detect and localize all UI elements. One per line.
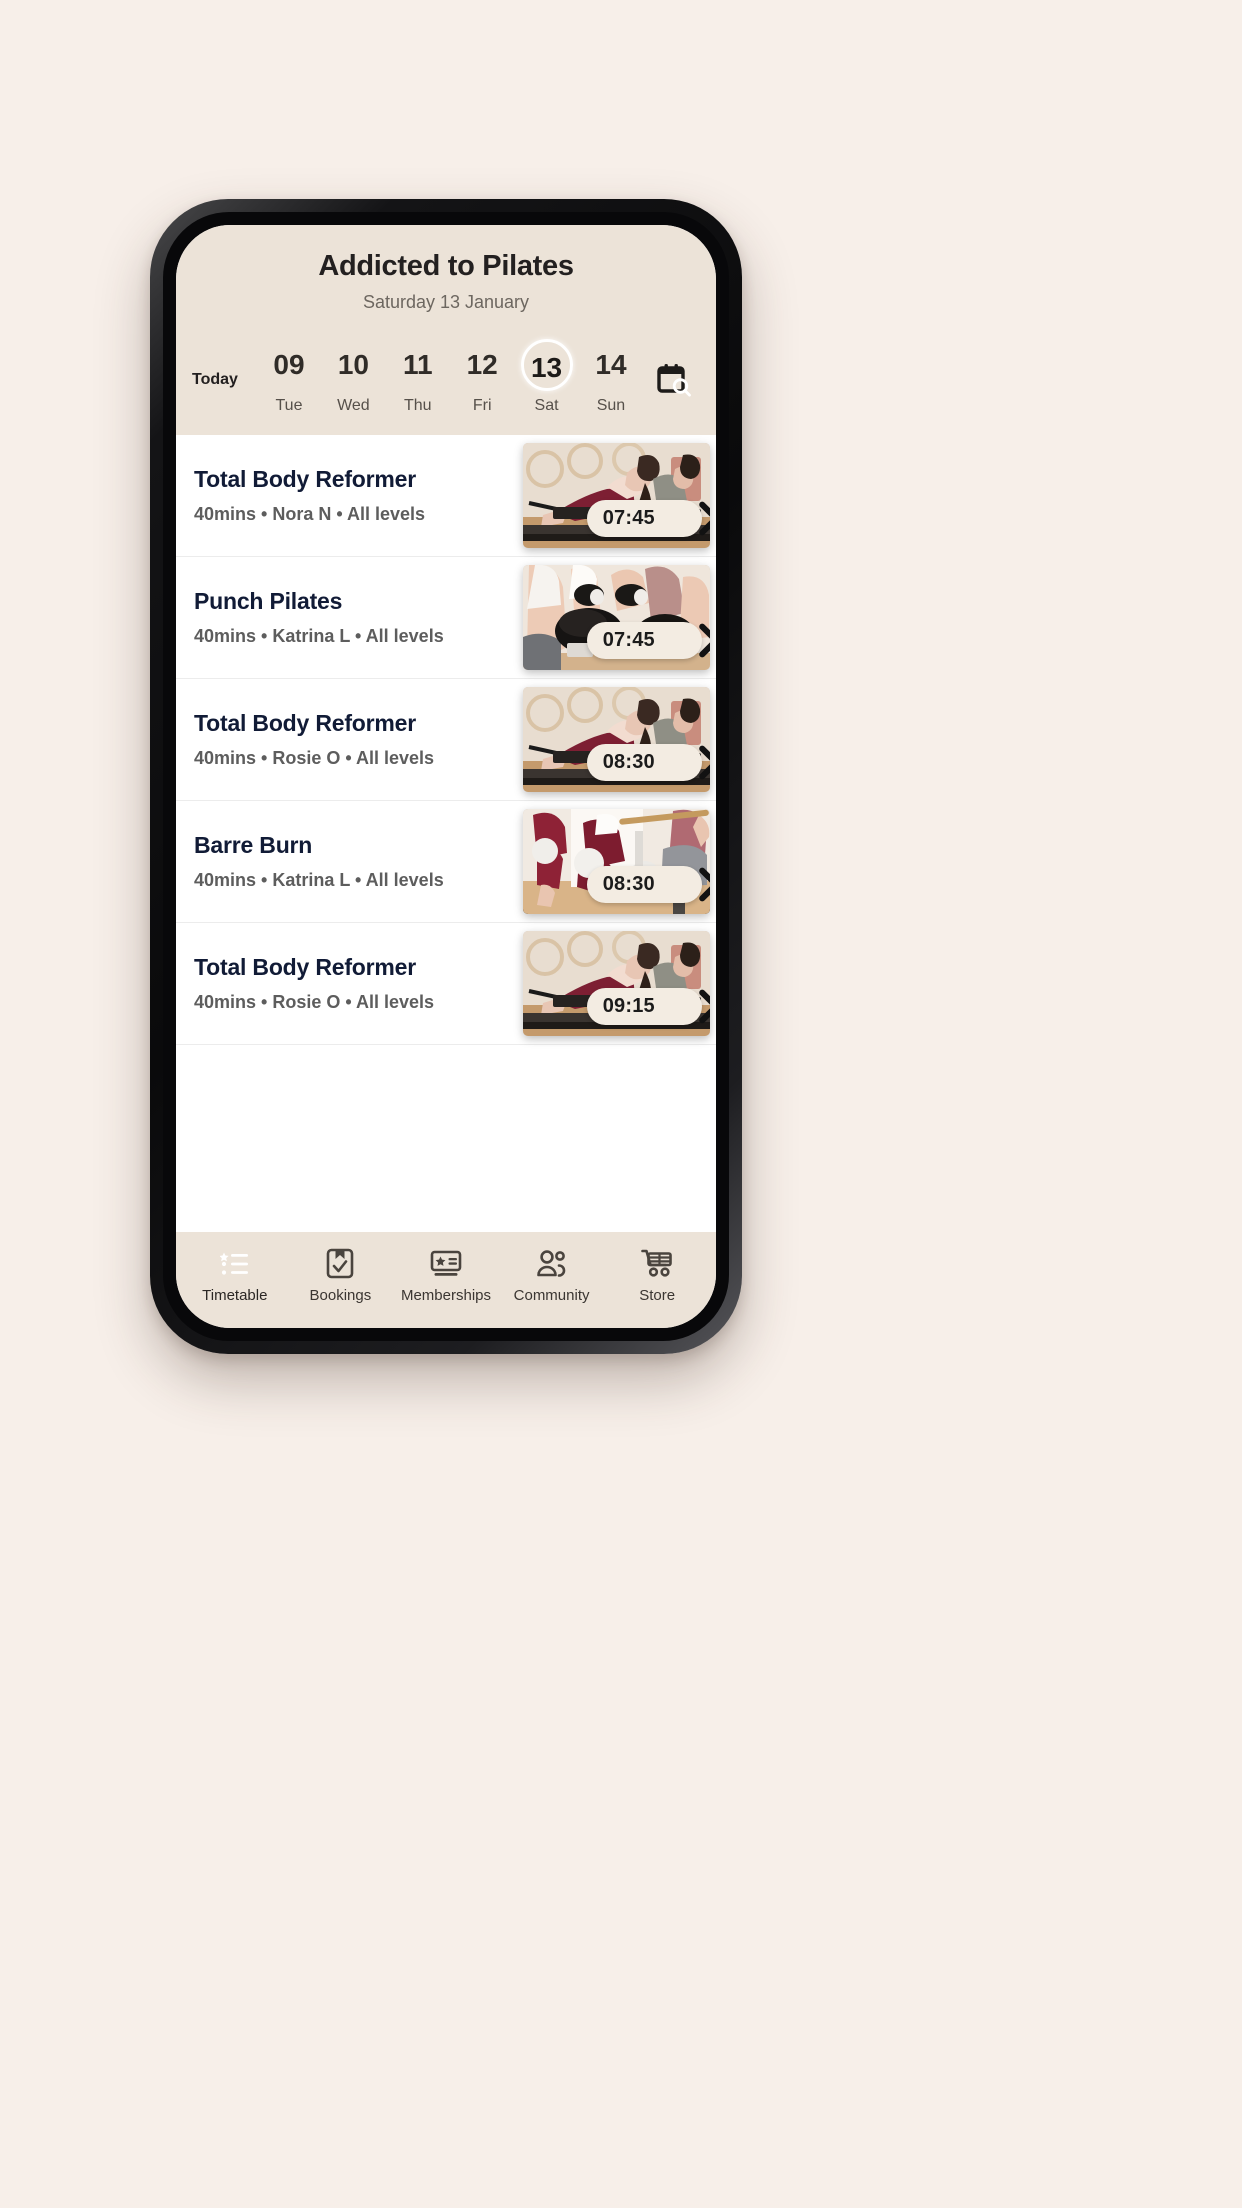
- class-meta: 40mins • Katrina L • All levels: [194, 625, 444, 646]
- class-row[interactable]: Total Body Reformer 40mins • Nora N • Al…: [176, 435, 716, 557]
- day-weekday: Wed: [337, 396, 370, 414]
- class-row[interactable]: Barre Burn 40mins • Katrina L • All leve…: [176, 801, 716, 923]
- class-title: Punch Pilates: [194, 587, 343, 614]
- class-info: Punch Pilates 40mins • Katrina L • All l…: [176, 588, 523, 647]
- nav-label: Timetable: [202, 1287, 268, 1304]
- day-number: 13: [520, 338, 573, 391]
- chevron-right-icon: [699, 867, 710, 902]
- bottom-navigation-bar: Timetable Bookings Memberships Community…: [176, 1232, 716, 1328]
- class-thumbnail[interactable]: 07:45: [523, 442, 710, 548]
- day-item-11[interactable]: 11 Thu: [387, 339, 449, 415]
- list-star-icon: [219, 1248, 250, 1279]
- class-title: Total Body Reformer: [194, 465, 416, 492]
- calendar-search-button[interactable]: [646, 339, 702, 399]
- day-item-09[interactable]: 09 Tue: [258, 339, 320, 415]
- class-meta: 40mins • Rosie O • All levels: [194, 747, 435, 768]
- class-time: 07:45: [602, 506, 655, 529]
- class-meta: 40mins • Katrina L • All levels: [194, 869, 444, 890]
- day-number: 14: [595, 348, 627, 380]
- phone-screen: Addicted to Pilates Saturday 13 January …: [176, 225, 716, 1328]
- people-icon: [536, 1248, 568, 1279]
- date-selector-strip: Today 09 Tue 10 Wed 11 Thu 12 Fri 13 Sat…: [176, 313, 716, 435]
- class-title: Barre Burn: [194, 831, 313, 858]
- day-number: 09: [273, 348, 305, 380]
- header-date-subtitle: Saturday 13 January: [362, 291, 530, 312]
- class-timetable-list: Total Body Reformer 40mins • Nora N • Al…: [176, 434, 716, 1232]
- class-info: Total Body Reformer 40mins • Rosie O • A…: [176, 954, 523, 1013]
- phone-device-frame: Addicted to Pilates Saturday 13 January …: [150, 199, 742, 1354]
- shopping-cart-icon: [641, 1248, 673, 1279]
- class-time: 07:45: [602, 628, 655, 651]
- class-thumbnail[interactable]: 07:45: [523, 564, 710, 670]
- day-item-12[interactable]: 12 Fri: [451, 339, 513, 415]
- nav-item-timetable[interactable]: Timetable: [182, 1248, 288, 1304]
- class-row[interactable]: Punch Pilates 40mins • Katrina L • All l…: [176, 557, 716, 679]
- class-time: 09:15: [602, 994, 655, 1017]
- nav-item-memberships[interactable]: Memberships: [393, 1248, 499, 1304]
- class-time: 08:30: [602, 872, 655, 895]
- day-weekday: Fri: [472, 396, 492, 414]
- chevron-right-icon: [699, 623, 710, 658]
- day-number: 10: [337, 348, 369, 380]
- nav-label: Community: [513, 1287, 590, 1304]
- clipboard-check-icon: [326, 1248, 354, 1279]
- class-meta: 40mins • Rosie O • All levels: [194, 991, 435, 1012]
- class-row[interactable]: Total Body Reformer 40mins • Rosie O • A…: [176, 679, 716, 801]
- day-weekday: Sun: [596, 396, 626, 414]
- class-meta: 40mins • Nora N • All levels: [194, 503, 426, 524]
- nav-label: Store: [639, 1287, 676, 1304]
- class-thumbnail[interactable]: 08:30: [523, 808, 710, 914]
- class-info: Total Body Reformer 40mins • Nora N • Al…: [176, 466, 523, 525]
- class-time-badge[interactable]: 08:30: [586, 865, 710, 903]
- class-info: Barre Burn 40mins • Katrina L • All leve…: [176, 832, 523, 891]
- nav-item-community[interactable]: Community: [499, 1248, 605, 1304]
- day-weekday: Thu: [403, 396, 432, 414]
- day-weekday: Sat: [534, 396, 559, 414]
- chevron-right-icon: [699, 745, 710, 780]
- nav-label: Bookings: [309, 1287, 372, 1304]
- app-header: Addicted to Pilates Saturday 13 January …: [176, 225, 716, 435]
- class-time-badge[interactable]: 09:15: [586, 987, 710, 1025]
- day-item-10[interactable]: 10 Wed: [322, 339, 384, 415]
- calendar-search-icon: [657, 363, 691, 397]
- day-weekday: Tue: [275, 396, 303, 414]
- day-item-14[interactable]: 14 Sun: [580, 339, 642, 415]
- day-number: 11: [402, 348, 433, 380]
- class-info: Total Body Reformer 40mins • Rosie O • A…: [176, 710, 523, 769]
- class-time: 08:30: [602, 750, 655, 773]
- class-time-badge[interactable]: 07:45: [586, 499, 710, 537]
- card-star-icon: [430, 1248, 462, 1279]
- class-title: Total Body Reformer: [194, 953, 416, 980]
- class-thumbnail[interactable]: 09:15: [523, 930, 710, 1036]
- nav-item-store[interactable]: Store: [604, 1248, 710, 1304]
- class-time-badge[interactable]: 07:45: [586, 621, 710, 659]
- class-title: Total Body Reformer: [194, 709, 416, 736]
- day-number: 12: [466, 348, 498, 380]
- chevron-right-icon: [699, 501, 710, 536]
- chevron-right-icon: [699, 989, 710, 1024]
- class-row[interactable]: Total Body Reformer 40mins • Rosie O • A…: [176, 923, 716, 1045]
- nav-item-bookings[interactable]: Bookings: [288, 1248, 394, 1304]
- class-thumbnail[interactable]: 08:30: [523, 686, 710, 792]
- today-label: Today: [192, 370, 238, 388]
- nav-label: Memberships: [400, 1287, 491, 1304]
- page-title: Addicted to Pilates: [318, 250, 574, 282]
- class-time-badge[interactable]: 08:30: [586, 743, 710, 781]
- day-list: 09 Tue 10 Wed 11 Thu 12 Fri 13 Sat 14 Su…: [258, 338, 646, 415]
- day-item-13-selected[interactable]: 13 Sat: [516, 338, 578, 415]
